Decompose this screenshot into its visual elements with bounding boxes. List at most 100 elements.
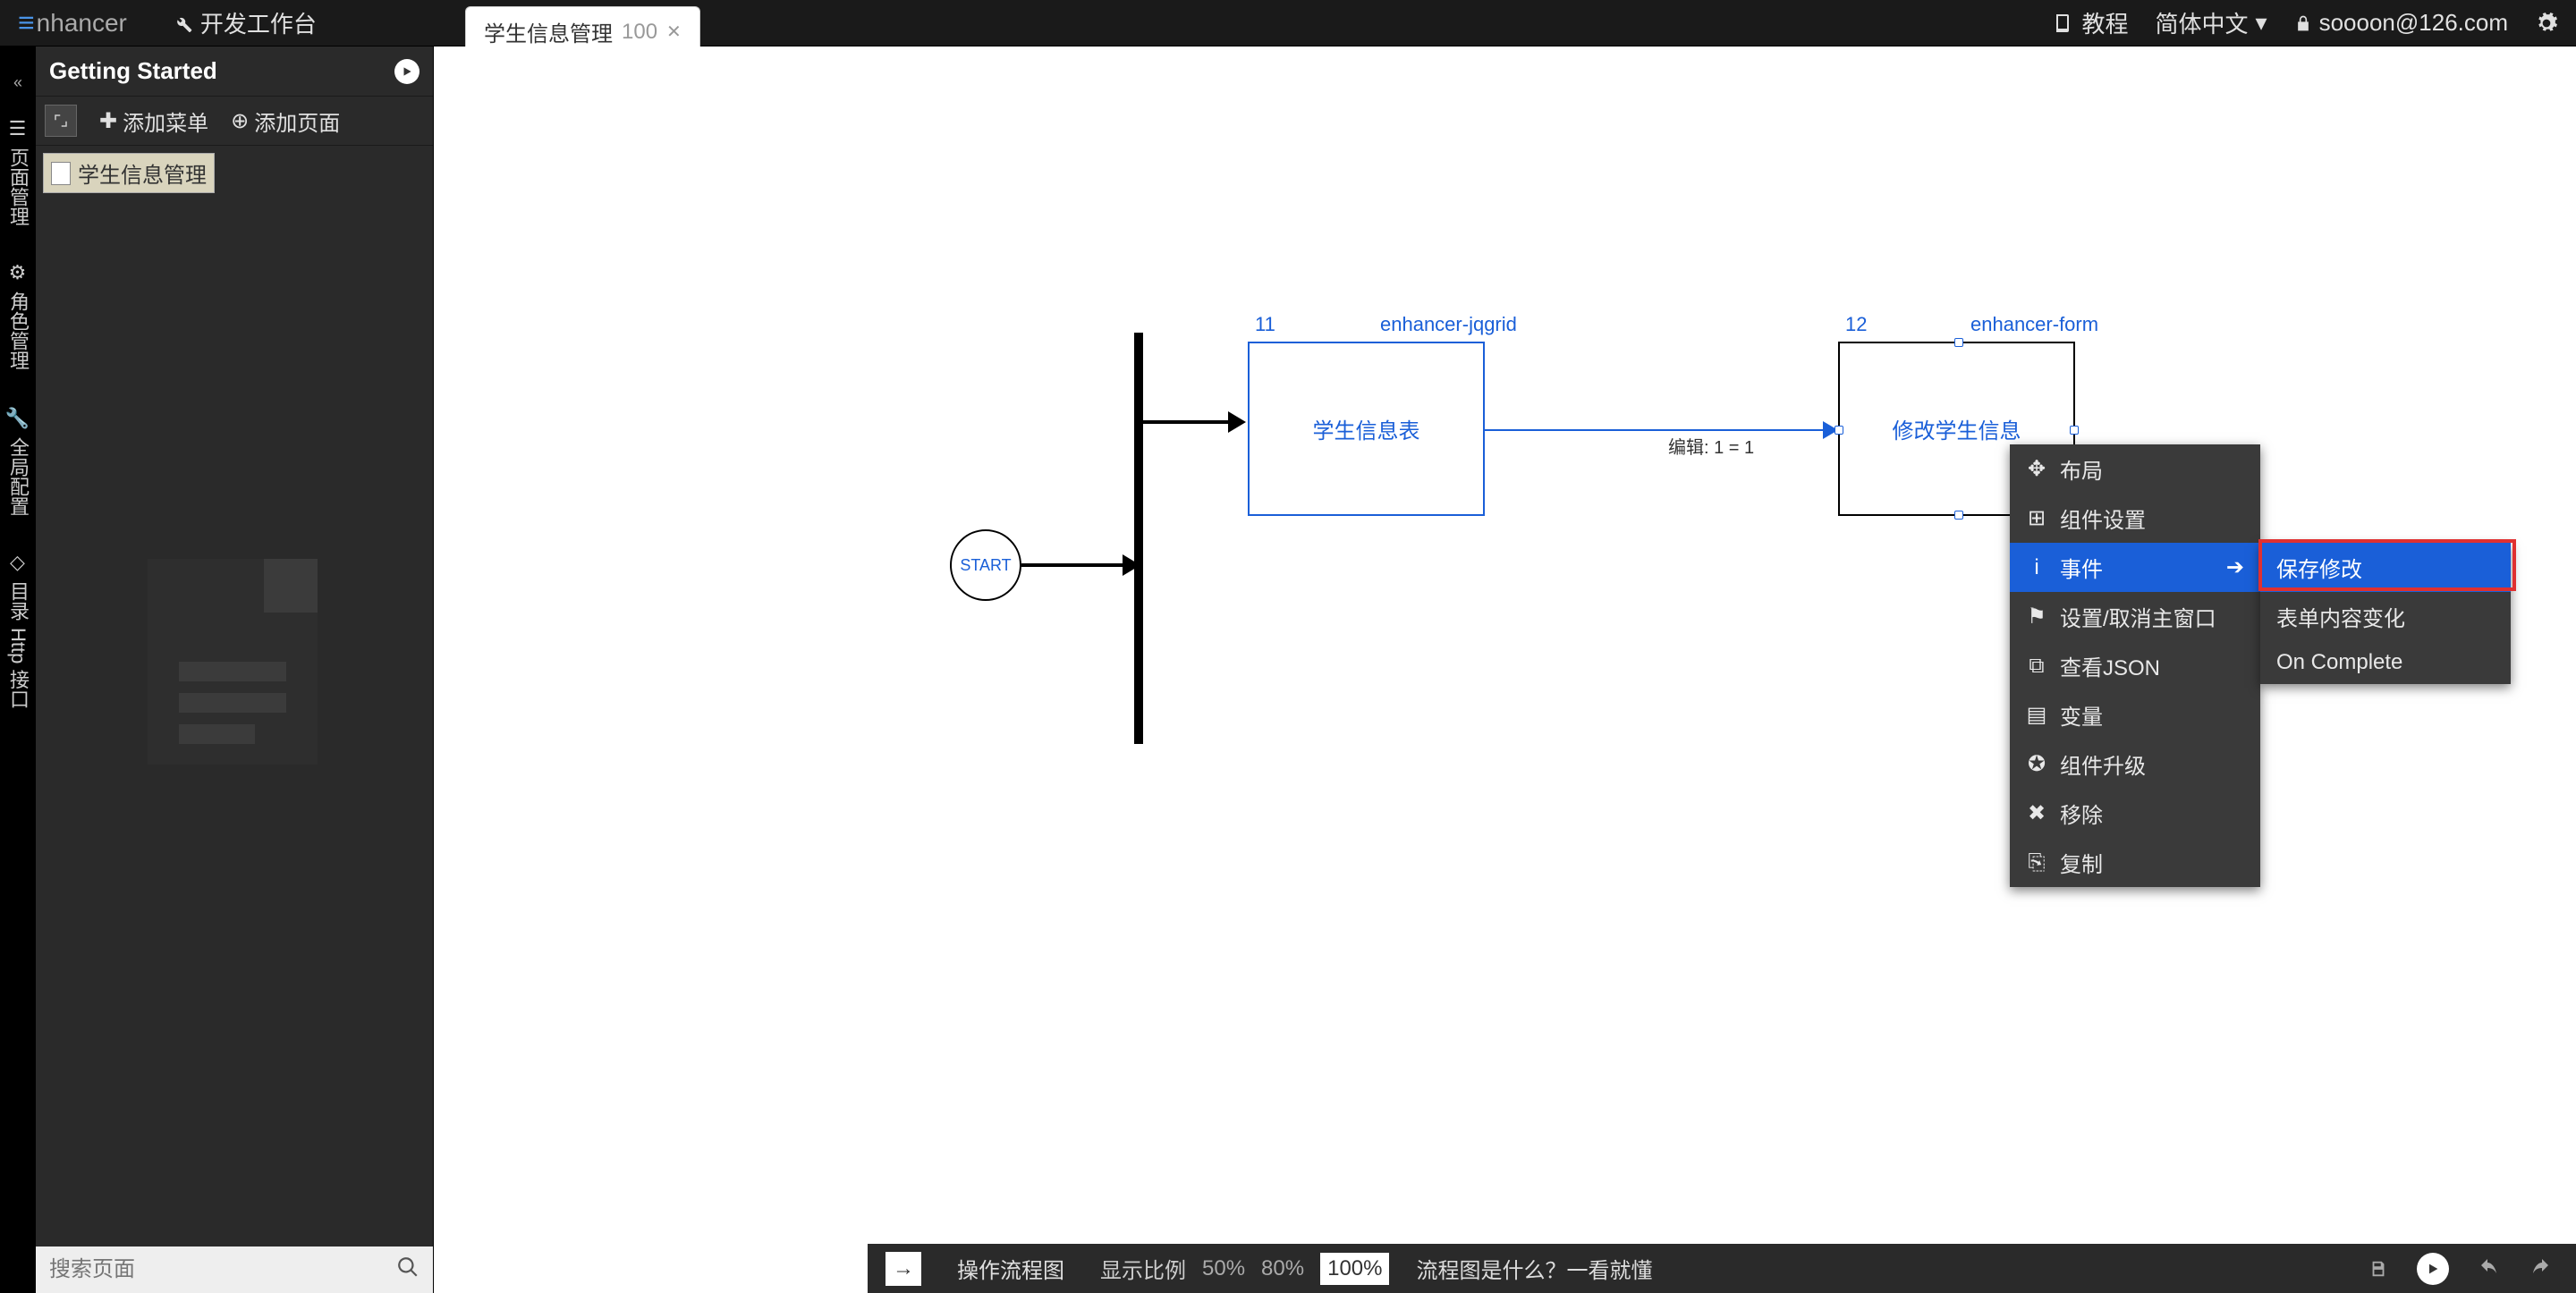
- context-menu: ✥ 布局 ⊞ 组件设置 i 事件 ➔ ⚑ 设置/取消主窗口 ⧉: [2010, 444, 2260, 887]
- language-selector[interactable]: 简体中文 ▾: [2156, 6, 2267, 39]
- tab-title: 学生信息管理: [484, 16, 613, 47]
- ctx-label: 设置/取消主窗口: [2060, 601, 2216, 632]
- list-icon: ☰: [6, 118, 30, 140]
- tree-item-selected[interactable]: 学生信息管理: [43, 153, 215, 193]
- topbar-right: 教程 简体中文 ▾ soooon@126.com: [2053, 6, 2576, 39]
- port[interactable]: [2070, 426, 2079, 435]
- add-page-label: 添加页面: [254, 106, 340, 137]
- zoom-100[interactable]: 100%: [1320, 1253, 1389, 1285]
- copy-icon: ⎘: [2026, 850, 2047, 875]
- rail-label: 页面管理: [4, 148, 32, 226]
- workspace-label: 开发工作台: [200, 6, 317, 39]
- node-id: 11: [1255, 313, 1275, 336]
- run-button[interactable]: [2417, 1253, 2449, 1285]
- ctx-item-variable[interactable]: ▤ 变量: [2010, 690, 2260, 739]
- node-type: enhancer-jqgrid: [1380, 313, 1517, 336]
- info-icon: i: [2026, 555, 2047, 580]
- logo[interactable]: ≡ nhancer: [0, 6, 145, 39]
- node-type: enhancer-form: [1970, 313, 2098, 336]
- play-button[interactable]: [394, 59, 419, 84]
- tutorial-button[interactable]: 教程: [2053, 6, 2128, 39]
- book-icon: [2053, 13, 2074, 34]
- user-menu[interactable]: soooon@126.com: [2294, 9, 2508, 37]
- node-id: 12: [1845, 313, 1867, 336]
- bottom-bar: → 操作流程图 显示比例 50% 80% 100% 流程图是什么？一看就懂: [868, 1244, 2576, 1293]
- flow-line: [1143, 420, 1228, 424]
- ctx-item-remove[interactable]: ✖ 移除: [2010, 789, 2260, 838]
- ctx-label: 布局: [2060, 453, 2103, 485]
- grid-icon: ⊞: [2026, 505, 2047, 531]
- flow-line: [1021, 563, 1133, 567]
- logo-mark: ≡: [18, 6, 35, 39]
- sidebar-tree: 学生信息管理: [36, 146, 433, 1247]
- save-button[interactable]: [2362, 1253, 2394, 1285]
- code-icon: ⧉: [2026, 654, 2047, 679]
- collapse-sidebar-button[interactable]: «: [0, 64, 36, 100]
- tab-id: 100: [622, 20, 657, 45]
- flowchart-label: 操作流程图: [957, 1253, 1064, 1284]
- tab-close-icon[interactable]: ✕: [666, 21, 682, 43]
- arrow-right-icon: →: [893, 1256, 914, 1281]
- language-label: 简体中文: [2156, 6, 2249, 39]
- ctx-sub-save[interactable]: 保存修改: [2260, 543, 2511, 592]
- rail-label: 角色管理: [4, 292, 32, 370]
- ghost-placeholder: [148, 559, 318, 765]
- sidebar-toolbar: ✚ 添加菜单 ⊕ 添加页面: [36, 97, 433, 146]
- workspace-button[interactable]: 开发工作台: [145, 6, 343, 39]
- bottom-right-controls: [2362, 1253, 2558, 1285]
- chevron-right-icon: ➔: [2226, 554, 2244, 580]
- move-icon: ✥: [2026, 456, 2047, 482]
- expand-button[interactable]: [45, 105, 77, 137]
- lock-icon: [2294, 14, 2312, 32]
- rail-item-global[interactable]: 🔧 全局配置: [0, 388, 36, 534]
- flow-node-jqgrid[interactable]: 学生信息表: [1248, 342, 1485, 516]
- port[interactable]: [1954, 338, 1963, 347]
- context-submenu: 保存修改 表单内容变化 On Complete: [2260, 543, 2511, 684]
- remove-icon: ✖: [2026, 800, 2047, 826]
- flow-start-node[interactable]: START: [950, 529, 1021, 601]
- port[interactable]: [1835, 426, 1843, 435]
- rail-label: 目录: [4, 581, 32, 621]
- port[interactable]: [1954, 511, 1963, 520]
- flow-connector[interactable]: [1485, 429, 1838, 431]
- flowchart-button[interactable]: 操作流程图: [948, 1248, 1073, 1289]
- ctx-label: 变量: [2060, 699, 2103, 731]
- help-link[interactable]: 流程图是什么？一看就懂: [1416, 1253, 1652, 1284]
- canvas[interactable]: START 11 enhancer-jqgrid 学生信息表 编辑: 1 = 1…: [434, 46, 2576, 1293]
- ctx-sub-formchange[interactable]: 表单内容变化: [2260, 592, 2511, 641]
- undo-button[interactable]: [2471, 1253, 2504, 1285]
- plus-circle-icon: ⊕: [231, 108, 249, 134]
- ctx-item-layout[interactable]: ✥ 布局: [2010, 444, 2260, 494]
- tree-item-label: 学生信息管理: [78, 157, 207, 189]
- rail-item-pages[interactable]: ☰ 页面管理: [0, 100, 36, 244]
- flow-sync-bar[interactable]: [1134, 333, 1143, 744]
- logo-text: nhancer: [37, 9, 127, 38]
- redo-button[interactable]: [2526, 1253, 2558, 1285]
- search-icon[interactable]: [396, 1255, 419, 1285]
- zoom-80[interactable]: 80%: [1261, 1256, 1304, 1281]
- ctx-sub-oncomplete[interactable]: On Complete: [2260, 641, 2511, 684]
- ctx-item-json[interactable]: ⧉ 查看JSON: [2010, 641, 2260, 690]
- rail-item-roles[interactable]: ⚙ 角色管理: [0, 244, 36, 388]
- add-menu-button[interactable]: ✚ 添加菜单: [99, 106, 208, 137]
- users-icon: ⚙: [6, 262, 30, 284]
- rail-item-http[interactable]: ◇ 目录 Http 接口: [0, 534, 36, 726]
- ctx-label: 组件升级: [2060, 748, 2146, 780]
- ctx-item-settings[interactable]: ⊞ 组件设置: [2010, 494, 2260, 543]
- connector-label: 编辑: 1 = 1: [1668, 433, 1754, 459]
- ctx-item-upgrade[interactable]: ✪ 组件升级: [2010, 739, 2260, 789]
- left-rail: « ☰ 页面管理 ⚙ 角色管理 🔧 全局配置 ◇ 目录 Http 接口: [0, 46, 36, 1293]
- zoom-50[interactable]: 50%: [1202, 1256, 1245, 1281]
- code-icon: ◇: [6, 552, 30, 574]
- main: « ☰ 页面管理 ⚙ 角色管理 🔧 全局配置 ◇ 目录 Http 接口 Gett…: [0, 46, 2576, 1293]
- ctx-item-events[interactable]: i 事件 ➔: [2010, 543, 2260, 592]
- document-icon: [51, 162, 71, 185]
- rail-label: 全局配置: [4, 437, 32, 516]
- ctx-item-copy[interactable]: ⎘ 复制: [2010, 838, 2260, 887]
- flow-back-button[interactable]: →: [886, 1252, 921, 1286]
- flag-icon: ⚑: [2026, 604, 2047, 630]
- add-page-button[interactable]: ⊕ 添加页面: [231, 106, 340, 137]
- settings-button[interactable]: [2535, 12, 2558, 35]
- ctx-item-mainwindow[interactable]: ⚑ 设置/取消主窗口: [2010, 592, 2260, 641]
- search-input[interactable]: [49, 1257, 396, 1282]
